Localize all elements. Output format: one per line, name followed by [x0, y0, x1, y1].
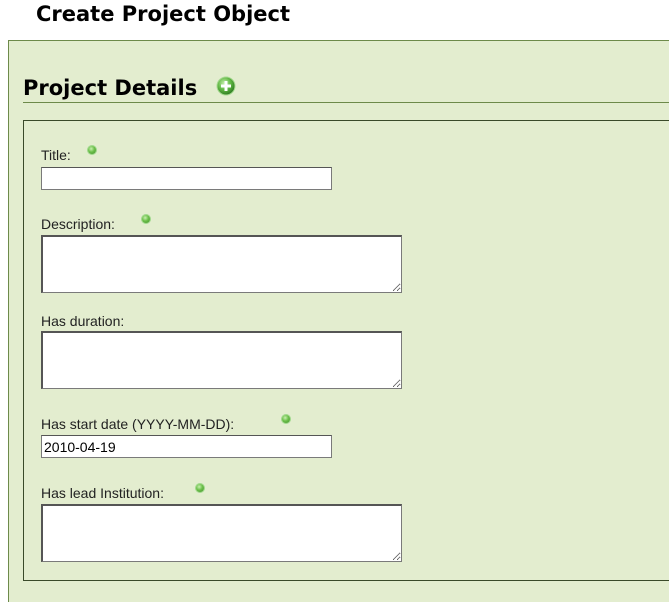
- help-dot-icon[interactable]: [196, 484, 204, 492]
- help-dot-icon[interactable]: [88, 146, 96, 154]
- section-title: Project Details: [23, 76, 198, 100]
- description-textarea[interactable]: [41, 235, 402, 293]
- description-label: Description:: [41, 216, 115, 232]
- duration-label: Has duration:: [41, 313, 125, 329]
- lead-institution-textarea[interactable]: [41, 504, 402, 562]
- title-label: Title:: [41, 147, 71, 163]
- help-dot-icon[interactable]: [142, 215, 150, 223]
- start-date-label: Has start date (YYYY-MM-DD):: [41, 416, 235, 432]
- add-circle-icon[interactable]: [216, 76, 236, 96]
- start-date-input[interactable]: [41, 435, 332, 458]
- lead-institution-label: Has lead Institution:: [41, 485, 164, 501]
- title-input[interactable]: [41, 167, 332, 190]
- page-title: Create Project Object: [36, 2, 290, 26]
- section-header: Project Details: [23, 76, 669, 103]
- duration-textarea[interactable]: [41, 331, 402, 389]
- help-dot-icon[interactable]: [282, 415, 290, 423]
